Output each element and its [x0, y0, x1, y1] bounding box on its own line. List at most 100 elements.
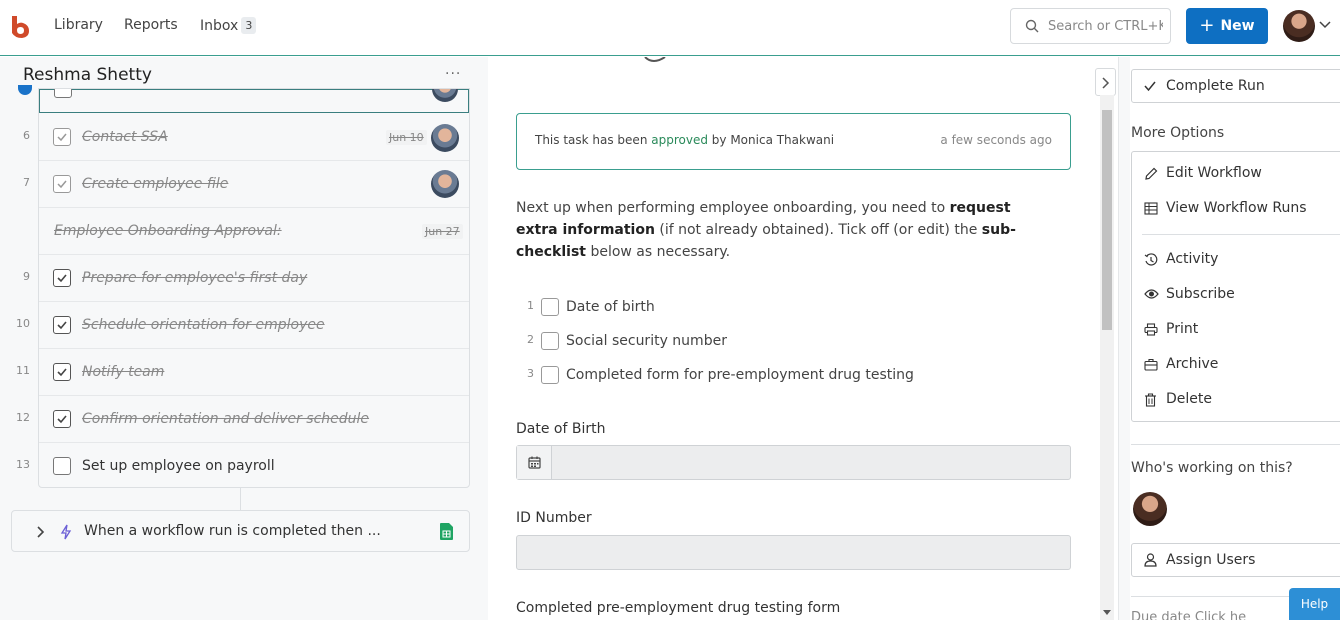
user-avatar[interactable] [1283, 10, 1315, 42]
new-button[interactable]: + New [1186, 8, 1268, 44]
id-number-field[interactable] [516, 535, 1071, 570]
subchecklist-label: Social security number [566, 333, 727, 349]
view-workflow-runs-option[interactable]: View Workflow Runs [1144, 199, 1340, 221]
subchecklist-item[interactable]: 1 Date of birth [516, 297, 1016, 319]
task-row[interactable]: Notify team [39, 349, 469, 396]
approval-stamp-icon [644, 57, 666, 62]
task-checkbox[interactable] [53, 363, 71, 381]
task-checkbox[interactable] [53, 128, 71, 146]
subchecklist-label: Completed form for pre-employment drug t… [566, 367, 914, 383]
subchecklist-checkbox[interactable] [541, 298, 559, 316]
automation-trigger[interactable]: When a workflow run is completed then ..… [11, 510, 470, 552]
archive-label: Archive [1166, 356, 1219, 372]
task-row[interactable]: Contact SSA Jun 10 [39, 114, 469, 161]
delete-label: Delete [1166, 391, 1212, 407]
archive-option[interactable]: Archive [1144, 355, 1340, 377]
nav-reports-link[interactable]: Reports [124, 17, 178, 33]
briefcase-icon [1144, 358, 1158, 371]
task-row[interactable]: Prepare for employee's first day [39, 255, 469, 302]
panel-divider [1118, 57, 1130, 620]
subchecklist-item[interactable]: 2 Social security number [516, 331, 1016, 353]
check-icon [1144, 81, 1156, 92]
trigger-label: When a workflow run is completed then ..… [84, 523, 381, 539]
activity-label: Activity [1166, 251, 1219, 267]
approval-prefix: This task has been [535, 133, 648, 147]
task-row-active[interactable] [39, 89, 469, 113]
inbox-count-badge: 3 [241, 17, 257, 34]
delete-option[interactable]: Delete [1144, 390, 1340, 412]
edit-workflow-option[interactable]: Edit Workflow [1144, 164, 1340, 186]
history-icon [1144, 253, 1158, 266]
task-row[interactable]: Create employee file [39, 161, 469, 208]
calendar-button[interactable] [517, 446, 552, 479]
more-options-heading: More Options [1131, 125, 1225, 141]
search-input[interactable] [1048, 18, 1163, 34]
task-row-approval[interactable]: Employee Onboarding Approval: Jun 27 [39, 208, 469, 255]
print-option[interactable]: Print [1144, 320, 1340, 342]
complete-run-button[interactable]: Complete Run [1131, 69, 1340, 103]
scroll-down-arrow-icon[interactable] [1103, 610, 1111, 616]
task-checkbox[interactable] [53, 410, 71, 428]
chevron-right-icon[interactable] [36, 525, 46, 539]
table-icon [1144, 202, 1158, 215]
task-checkbox[interactable] [53, 175, 71, 193]
collapse-panel-button[interactable] [1095, 68, 1116, 96]
subchecklist-checkbox[interactable] [541, 332, 559, 350]
desc-text: below as necessary. [590, 244, 731, 260]
dob-field[interactable] [516, 445, 1071, 480]
more-options-icon[interactable]: ··· [445, 66, 461, 82]
task-label: Schedule orientation for employee [82, 317, 325, 333]
approver-name: by Monica Thakwani [711, 133, 835, 147]
task-checkbox[interactable] [54, 89, 72, 98]
inbox-label: Inbox [200, 18, 239, 34]
task-row[interactable]: Schedule orientation for employee [39, 302, 469, 349]
scrollbar-thumb[interactable] [1102, 110, 1112, 330]
help-button[interactable]: Help [1289, 588, 1340, 620]
task-label: Set up employee on payroll [82, 458, 275, 474]
calendar-icon [528, 456, 541, 469]
run-title: Reshma Shetty [23, 65, 152, 85]
subchecklist-checkbox[interactable] [541, 366, 559, 384]
brand-logo-icon[interactable] [10, 16, 30, 38]
task-description: Next up when performing employee onboard… [516, 197, 1056, 263]
task-number: 10 [16, 317, 30, 330]
task-label: Employee Onboarding Approval: [54, 223, 282, 239]
task-checkbox[interactable] [53, 269, 71, 287]
search-box[interactable] [1010, 8, 1171, 44]
assign-users-button[interactable]: Assign Users [1131, 543, 1340, 577]
activity-option[interactable]: Activity [1144, 250, 1340, 272]
task-number: 6 [23, 129, 30, 142]
task-number: 11 [16, 364, 30, 377]
top-navbar: Library Reports Inbox3 + New [0, 0, 1340, 56]
search-icon [1025, 19, 1039, 33]
printer-icon [1144, 323, 1158, 336]
divider [1131, 444, 1340, 445]
due-date-row[interactable]: Due date Click he [1131, 610, 1246, 620]
task-due-date: Jun 27 [422, 224, 463, 239]
complete-run-label: Complete Run [1166, 78, 1265, 94]
assignee-avatar[interactable] [1133, 492, 1167, 526]
chevron-down-icon[interactable] [1318, 20, 1332, 30]
task-label: Contact SSA [82, 129, 168, 145]
pencil-icon [1145, 167, 1158, 180]
assignee-avatar [431, 170, 459, 198]
task-checkbox[interactable] [53, 457, 71, 475]
nav-library-link[interactable]: Library [54, 17, 103, 33]
task-row[interactable]: Confirm orientation and deliver schedule [39, 396, 469, 443]
task-number: 12 [16, 411, 30, 424]
print-label: Print [1166, 321, 1199, 337]
subscribe-option[interactable]: Subscribe [1144, 285, 1340, 307]
plus-icon: + [1199, 15, 1215, 36]
subchecklist-item[interactable]: 3 Completed form for pre-employment drug… [516, 365, 1016, 387]
nav-inbox-link[interactable]: Inbox 3 [200, 17, 257, 34]
task-label: Create employee file [82, 176, 229, 192]
trash-icon [1145, 393, 1156, 407]
task-label: Prepare for employee's first day [82, 270, 308, 286]
assignee-avatar [431, 124, 459, 152]
task-list: Contact SSA Jun 10 Create employee file … [38, 88, 470, 488]
scrollbar[interactable] [1100, 95, 1114, 620]
task-row[interactable]: Set up employee on payroll [39, 443, 469, 487]
chevron-right-icon [1102, 77, 1110, 89]
new-button-label: New [1220, 18, 1255, 34]
task-checkbox[interactable] [53, 316, 71, 334]
